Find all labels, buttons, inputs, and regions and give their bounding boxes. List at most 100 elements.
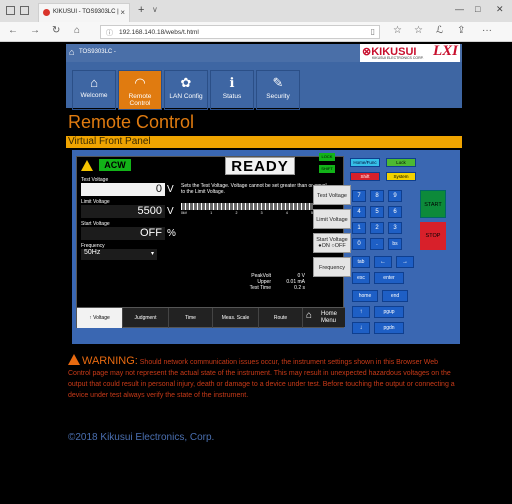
esc-key[interactable]: esc [352,272,370,284]
limit-voltage-button[interactable]: Limit Voltage [313,209,351,229]
end-key[interactable]: end [382,290,408,302]
key-0[interactable]: 0 [352,238,366,250]
window-icon[interactable] [6,6,15,15]
browser-titlebar: KIKUSUI - TOS9303LC | × + ∨ — □ ✕ [0,0,512,22]
url-text: 192.168.140.18/webs/t.html [119,29,199,36]
menu-welcome-label: Welcome [80,92,108,99]
tab-dropdown-icon[interactable]: ∨ [152,5,158,14]
favorite-star-icon[interactable]: ☆ [393,25,402,36]
key-4[interactable]: 4 [352,206,366,218]
menu-lan-config-label: LAN Config [169,93,203,100]
home-key[interactable]: home [352,290,378,302]
right-arrow-key[interactable]: → [396,256,414,268]
key-1[interactable]: 1 [352,222,366,234]
address-bar[interactable]: ⓘ 192.168.140.18/webs/t.html ▯ [100,25,380,39]
browser-tab[interactable]: KIKUSUI - TOS9303LC | × [38,3,130,22]
warning-title: WARNING: [82,355,138,367]
enter-key[interactable]: enter [374,272,404,284]
new-tab-button[interactable]: + [138,4,144,16]
home-icon: ⌂ [90,75,98,90]
info-icon: ℹ [229,75,235,90]
mode-badge: ACW [99,159,131,171]
key-backspace[interactable]: bs [388,238,402,250]
menu-remote-control[interactable]: ◠ Remote Control [118,70,162,110]
minimize-button[interactable]: — [455,4,464,14]
key-dot[interactable]: . [370,238,384,250]
home-menu-label: Home Menu [321,311,338,324]
system-key[interactable]: System [386,172,416,181]
back-tabs-icon[interactable] [20,6,29,15]
menu-lan-config[interactable]: ✿ LAN Config [164,70,208,110]
lock-key[interactable]: Lock [386,158,416,167]
home-button[interactable]: ⌂ [74,25,80,36]
warning-notice: WARNING: Should network communication is… [68,354,460,401]
lxi-logo: LXI [432,43,458,59]
more-menu-icon[interactable]: ··· [482,25,492,36]
time-tab[interactable]: Time [169,308,213,328]
start-voltage-toggle: ●ON ○OFF [318,243,346,249]
favorites-hub-icon[interactable]: ☆ [414,25,423,36]
key-7[interactable]: 7 [352,190,366,202]
model-name: TOS9303LC - [79,49,116,55]
voltage-tab[interactable]: ↑ Voltage [77,308,123,328]
lcd-screen: ACW READY LOCK SHIFT Test Voltage 0 V Li… [76,153,351,328]
tab-close-icon[interactable]: × [120,8,125,17]
menu-status-label: Status [222,93,242,100]
key-9[interactable]: 9 [388,190,402,202]
judgment-tab[interactable]: Judgment [123,308,169,328]
page-topbar: ⌂ TOS9303LC - ⊗KIKUSUI KIKUSUI ELECTRONI… [66,43,462,62]
home-menu-button[interactable]: ⌂ Home Menu [303,308,345,328]
sign-icon[interactable]: ℒ [436,25,443,36]
stop-button[interactable]: STOP [420,222,446,250]
pgdn-key[interactable]: pgdn [374,322,404,334]
start-voltage-unit: % [167,228,176,239]
test-voltage-field[interactable]: 0 [81,183,165,196]
copyright: ©2018 Kikusui Electronics, Corp. [68,432,215,443]
menu-welcome[interactable]: ⌂ Welcome [72,70,116,110]
home-func-key[interactable]: Home/Func [350,158,380,167]
share-icon[interactable]: ⇪ [457,25,465,36]
key-3[interactable]: 3 [388,222,402,234]
down-arrow-key[interactable]: ↓ [352,322,370,334]
warning-triangle-icon [81,160,93,171]
virtual-front-panel: ACW READY LOCK SHIFT Test Voltage 0 V Li… [72,150,460,344]
home-icon: ⌂ [306,310,313,321]
warning-icon [68,354,80,365]
status-display: READY [225,157,295,175]
left-arrow-key[interactable]: ← [374,256,392,268]
reading-view-icon[interactable]: ▯ [371,27,375,36]
pgup-key[interactable]: pgup [374,306,404,318]
page-info-icon[interactable]: ⓘ [106,28,113,38]
shift-key[interactable]: Shift [350,172,380,181]
voltage-scale-ticks: 0kV 1 2 3 4 5 [181,211,313,215]
route-tab[interactable]: Route [259,308,303,328]
frequency-button[interactable]: Frequency [313,257,351,277]
up-arrow-key[interactable]: ↑ [352,306,370,318]
start-voltage-field[interactable]: OFF [81,227,165,240]
start-voltage-button[interactable]: Start Voltage ●ON ○OFF [313,233,351,253]
menu-status[interactable]: ℹ Status [210,70,254,110]
maximize-button[interactable]: □ [475,4,480,14]
tab-title: KIKUSUI - TOS9303LC | [53,9,119,15]
dropdown-arrow-icon: ▾ [150,251,154,257]
key-2[interactable]: 2 [370,222,384,234]
meas-scale-tab[interactable]: Meas. Scale [213,308,259,328]
start-button[interactable]: START [420,190,446,218]
close-window-button[interactable]: ✕ [496,4,504,15]
key-8[interactable]: 8 [370,190,384,202]
key-5[interactable]: 5 [370,206,384,218]
forward-button[interactable]: → [30,25,40,36]
menu-security[interactable]: ✎ Security [256,70,300,110]
refresh-button[interactable]: ↻ [52,25,60,36]
home-icon[interactable]: ⌂ [69,47,74,57]
kikusui-favicon-icon [43,9,50,16]
panel-title: Virtual Front Panel [66,136,462,148]
test-voltage-button[interactable]: Test Voltage [313,185,351,205]
tab-key[interactable]: tab [352,256,370,268]
frequency-select[interactable]: 50Hz ▾ [81,249,157,260]
back-button[interactable]: ← [8,25,18,36]
limit-voltage-field[interactable]: 5500 [81,205,165,218]
parameter-description: Sets the Test Voltage. Voltage cannot be… [181,183,327,195]
key-6[interactable]: 6 [388,206,402,218]
lock-indicator: LOCK [319,153,335,161]
